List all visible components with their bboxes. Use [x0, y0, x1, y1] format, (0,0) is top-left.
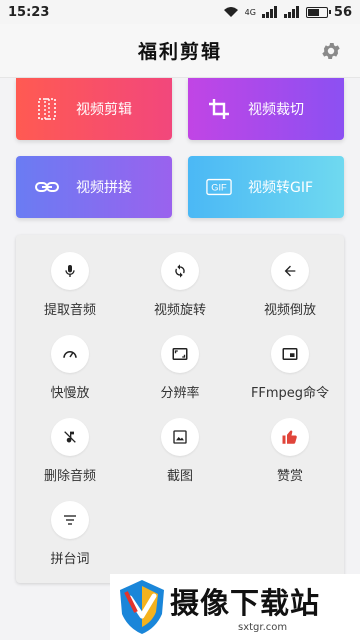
speedometer-icon — [51, 335, 89, 373]
aspect-ratio-icon — [161, 335, 199, 373]
tool-donate[interactable]: 赞赏 — [236, 418, 344, 498]
tile-label: 视频拼接 — [76, 180, 132, 196]
tile-label: 视频转GIF — [248, 180, 314, 196]
tile-video-to-gif[interactable]: GIF 视频转GIF — [188, 156, 344, 218]
subtitles-icon — [51, 501, 89, 539]
image-icon — [161, 418, 199, 456]
svg-text:GIF: GIF — [211, 183, 227, 193]
tool-label: 快慢放 — [50, 386, 90, 401]
signal-icon — [261, 6, 278, 18]
tool-label: 删除音频 — [43, 469, 96, 484]
tool-label: 提取音频 — [43, 303, 96, 318]
rotate-icon — [161, 252, 199, 290]
tool-resolution[interactable]: 分辨率 — [126, 335, 234, 415]
status-time: 15:23 — [8, 4, 50, 20]
film-strip-icon — [34, 96, 60, 122]
tool-screenshot[interactable]: 截图 — [126, 418, 234, 498]
tools-panel: 提取音频 视频旋转 视频倒放 快慢放 分辨率 FFmpeg命令 删除音频 截图 … — [16, 235, 344, 583]
watermark-url: sxtgr.com — [238, 622, 288, 633]
tool-label: 赞赏 — [276, 469, 303, 484]
music-off-icon — [51, 418, 89, 456]
network-type: 4G — [244, 7, 256, 17]
tool-label: FFmpeg命令 — [250, 386, 330, 401]
tool-label: 视频旋转 — [153, 303, 206, 318]
tool-compose-lines[interactable]: 拼台词 — [16, 501, 124, 581]
tool-label: 分辨率 — [160, 386, 200, 401]
gear-icon[interactable] — [320, 40, 342, 62]
signal-icon-2 — [283, 6, 300, 18]
tool-label: 视频倒放 — [263, 303, 316, 318]
tile-video-crop[interactable]: 视频裁切 — [188, 78, 344, 140]
link-icon — [34, 174, 60, 200]
tool-label: 拼台词 — [50, 552, 90, 567]
arrow-left-icon — [271, 252, 309, 290]
picture-in-picture-icon — [271, 335, 309, 373]
crop-icon — [206, 96, 232, 122]
gif-icon: GIF — [206, 174, 232, 200]
tool-delete-audio[interactable]: 删除音频 — [16, 418, 124, 498]
wifi-icon — [223, 6, 239, 18]
status-bar: 15:23 4G 56 — [0, 0, 360, 24]
thumbs-up-icon — [271, 418, 309, 456]
tile-label: 视频裁切 — [248, 102, 304, 118]
tile-video-join[interactable]: 视频拼接 — [16, 156, 172, 218]
battery-icon — [305, 6, 331, 18]
watermark-logo — [116, 578, 168, 640]
site-watermark: 摄像下载站 sxtgr.com — [110, 574, 360, 640]
page-title: 福利剪辑 — [137, 41, 222, 63]
mic-icon — [51, 252, 89, 290]
tile-video-edit[interactable]: 视频剪辑 — [16, 78, 172, 140]
tool-extract-audio[interactable]: 提取音频 — [16, 252, 124, 332]
tool-ffmpeg-command[interactable]: FFmpeg命令 — [236, 335, 344, 415]
app-header: 福利剪辑 — [0, 24, 360, 78]
tool-rotate-video[interactable]: 视频旋转 — [126, 252, 234, 332]
tool-reverse-video[interactable]: 视频倒放 — [236, 252, 344, 332]
tile-label: 视频剪辑 — [76, 102, 132, 118]
tool-speed[interactable]: 快慢放 — [16, 335, 124, 415]
battery-level: 56 — [333, 4, 352, 20]
tool-label: 截图 — [166, 469, 193, 484]
watermark-title: 摄像下载站 — [170, 586, 321, 620]
